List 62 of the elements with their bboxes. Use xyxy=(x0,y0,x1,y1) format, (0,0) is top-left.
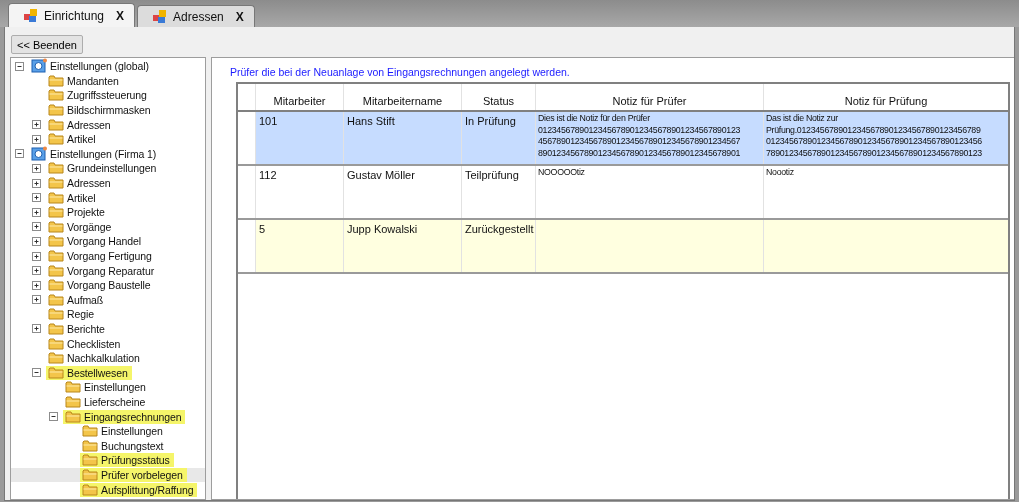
table-cell-text: 45678901234567890123456789012345678901234567 xyxy=(538,136,742,148)
tree-item[interactable]: Regie xyxy=(67,308,94,321)
close-button[interactable]: X xyxy=(235,9,244,24)
tab[interactable]: Einrichtung X xyxy=(8,3,136,27)
column-header[interactable]: Status xyxy=(462,84,536,110)
column-header[interactable]: Mitarbeitername xyxy=(344,84,462,110)
table-cell-text: Gustav Möller xyxy=(347,168,416,182)
table-cell-text: NOOOOOtiz xyxy=(538,167,586,179)
tree-item[interactable]: Projekte xyxy=(67,206,105,219)
tree-item[interactable]: Vorgang Baustelle xyxy=(67,279,151,292)
table-cell-text: Dies ist die Notiz für den Prüfer xyxy=(538,113,651,125)
tree-item[interactable]: Einstellungen (global) xyxy=(50,60,149,73)
tree-item[interactable]: Nachkalkulation xyxy=(67,352,140,365)
tree-item[interactable]: Mandanten xyxy=(67,74,119,87)
table-cell-text: 89012345678901234567890123456789012345678901 xyxy=(538,147,742,159)
tree-item[interactable]: Adressen xyxy=(67,118,111,131)
tree-item[interactable]: Aufsplittung/Raffung xyxy=(101,483,194,496)
tree-item[interactable]: Grundeinstellungen xyxy=(67,162,157,175)
tree-item[interactable]: Adressen xyxy=(67,177,111,190)
back-button[interactable]: << Beenden xyxy=(11,35,83,54)
table-cell-text: Noootiz xyxy=(766,167,795,179)
tree-item[interactable]: Vorgang Reparatur xyxy=(67,264,155,277)
table-cell-text: Jupp Kowalski xyxy=(347,222,419,236)
table-cell-text: Teilprüfung xyxy=(465,168,520,182)
table-cell-text: 01234567890123456789012345678901234567890123456 xyxy=(766,136,983,148)
tab[interactable]: Adressen X xyxy=(137,5,255,27)
table-cell-text: 78901234567890123456789012345678901234567890123 xyxy=(766,147,983,159)
tree-item[interactable]: Prüfer vorbelegen xyxy=(101,468,183,481)
table-cell-text: 101 xyxy=(259,114,279,128)
tree-item[interactable]: Bildschirmmasken xyxy=(67,104,151,117)
tree-item[interactable]: Einstellungen xyxy=(101,425,163,438)
tree-item[interactable]: Prüfungsstatus xyxy=(101,454,170,467)
tree-item[interactable]: Einstellungen xyxy=(84,381,146,394)
column-header[interactable]: Notiz für Prüfer xyxy=(536,84,764,110)
tree-item[interactable]: Berichte xyxy=(67,323,105,335)
highlighted-row[interactable]: 5 Jupp Kowalski Zurückgestellt xyxy=(238,220,1008,274)
table-cell-text: Das ist die Notiz zur xyxy=(766,113,839,125)
tree-item[interactable]: Vorgänge xyxy=(67,220,112,233)
selected-row[interactable]: Prüfer vorbelegen xyxy=(11,467,205,483)
tree-item[interactable]: Artikel xyxy=(67,133,96,146)
tree-item[interactable]: Eingangsrechnungen xyxy=(84,410,182,423)
tree-item[interactable]: Zugriffssteuerung xyxy=(67,89,147,102)
column-header[interactable]: Mitarbeiter xyxy=(256,84,344,110)
column-header[interactable]: Notiz für Prüfung xyxy=(764,84,1008,110)
close-button[interactable]: X xyxy=(116,8,125,23)
group-title: Prüfer die bei der Neuanlage von Eingangsrechnungen angelegt werden. xyxy=(229,65,571,80)
tree-item[interactable]: Buchungstext xyxy=(101,439,164,452)
tree-item[interactable]: Einstellungen (Firma 1) xyxy=(50,147,157,160)
table-cell: Zurückgestellt xyxy=(465,222,532,236)
tree-item[interactable]: Bestellwesen xyxy=(67,366,128,379)
tree-item[interactable]: Artikel xyxy=(67,191,96,204)
tree-item[interactable]: Aufmaß xyxy=(67,293,104,306)
tree-item[interactable]: Checklisten xyxy=(67,337,121,350)
tree-item[interactable]: Lieferscheine xyxy=(84,395,146,408)
tree-item[interactable]: Vorgang Handel xyxy=(67,235,141,248)
table-cell-text: Prüfung.0123456789012345678901234567890123456789 xyxy=(766,124,982,136)
table-cell-text: Hans Stift xyxy=(347,114,396,128)
table-cell-text: 01234567890123456789012345678901234567890123 xyxy=(538,124,742,136)
table-cell-text: 112 xyxy=(259,168,278,182)
tree-item[interactable]: Vorgang Fertigung xyxy=(67,250,152,262)
table-cell-text: 5 xyxy=(259,222,267,236)
table-cell-text: In Prüfung xyxy=(465,114,517,128)
